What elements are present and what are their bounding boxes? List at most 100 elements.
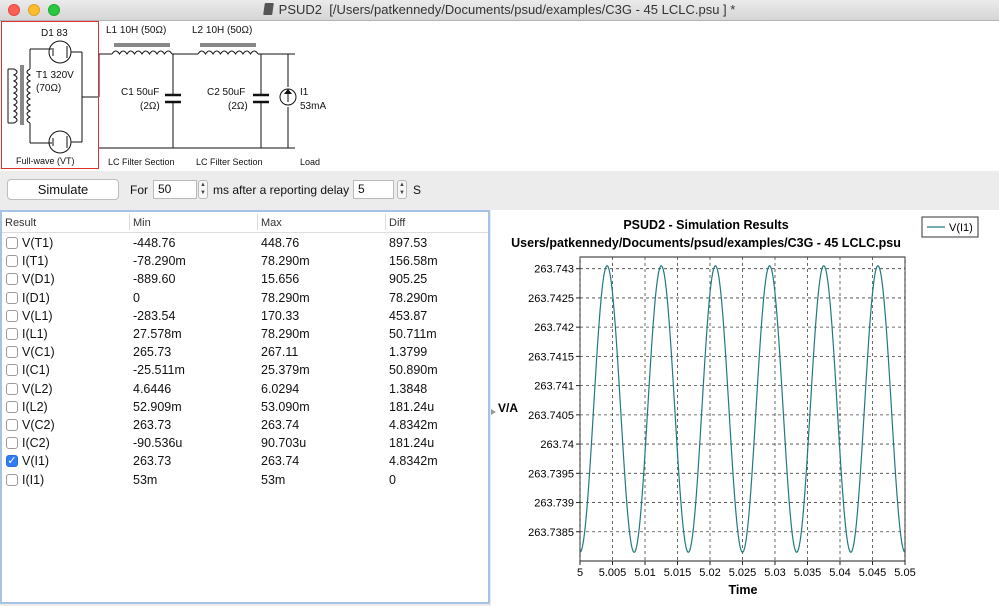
header-max[interactable]: Max <box>261 217 282 229</box>
x-tick-label: 5.05 <box>894 567 915 579</box>
result-min: 4.6446 <box>133 381 172 396</box>
duration-field[interactable]: 50 <box>153 180 197 199</box>
load-caption: Load <box>300 157 321 167</box>
y-tick-label: 263.7395 <box>528 468 574 480</box>
result-checkbox[interactable] <box>6 237 18 249</box>
table-row[interactable]: V(L1) -283.54 170.33 453.87 <box>2 307 488 325</box>
result-max: 15.656 <box>261 272 300 287</box>
delay-field[interactable]: 5 <box>353 180 394 199</box>
result-name: I(I1) <box>22 472 45 487</box>
y-tick-label: 263.74 <box>540 439 574 451</box>
result-name: V(L2) <box>22 381 53 396</box>
result-checkbox[interactable] <box>6 419 18 431</box>
l2-label: L2 10H (50Ω) <box>192 25 253 36</box>
result-checkbox[interactable] <box>6 437 18 450</box>
x-tick-label: 5 <box>577 567 583 579</box>
table-row[interactable]: I(L2) 52.909m 53.090m 181.24u <box>2 398 488 416</box>
c2-esr: (2Ω) <box>228 101 248 112</box>
plot-area: 5 5.005 5.01 5.015 5.02 5.025 5.03 5.035 5.04 5.0… <box>491 256 916 579</box>
chart-title: PSUD2 - Simulation Results <box>623 218 788 232</box>
x-tick-label: 5.01 <box>634 567 655 579</box>
result-max: 263.74 <box>261 418 300 432</box>
result-checkbox[interactable] <box>6 255 18 268</box>
schematic-canvas[interactable]: D1 83 T1 320V (70Ω) Full-wave (VT) L1 10… <box>0 21 999 171</box>
result-min: -448.76 <box>133 236 176 250</box>
result-diff: 905.25 <box>389 272 428 287</box>
table-row[interactable]: I(C2) -90.536u 90.703u 181.24u <box>2 434 488 452</box>
result-min: 263.73 <box>133 418 172 432</box>
x-tick-label: 5.025 <box>729 567 757 579</box>
table-row[interactable]: V(T1) -448.76 448.76 897.53 <box>2 234 488 252</box>
result-min: -889.60 <box>133 272 176 287</box>
c2-label: C2 50uF <box>207 87 246 98</box>
result-min: 265.73 <box>133 345 172 360</box>
result-diff: 0 <box>389 472 396 487</box>
section2-caption: LC Filter Section <box>196 157 263 167</box>
result-diff: 453.87 <box>389 308 428 323</box>
result-diff: 50.890m <box>389 363 438 378</box>
s-label: S <box>413 183 422 197</box>
result-min: -283.54 <box>133 308 176 323</box>
table-row[interactable]: I(I1) 53m 53m 0 <box>2 471 488 489</box>
table-row[interactable]: V(L2) 4.6446 6.0294 1.3848 <box>2 380 488 398</box>
x-tick-label: 5.035 <box>794 567 822 579</box>
result-name: I(C2) <box>22 436 50 451</box>
result-checkbox[interactable] <box>6 291 18 304</box>
table-row[interactable]: I(L1) 27.578m 78.290m 50.711m <box>2 325 488 343</box>
result-name: V(C2) <box>22 418 55 432</box>
header-result[interactable]: Result <box>5 217 36 229</box>
l1-label: L1 10H (50Ω) <box>106 25 167 36</box>
result-checkbox[interactable] <box>6 400 18 413</box>
results-table[interactable]: Result Min Max Diff V(T1) -448.76 448.76 89… <box>0 210 490 604</box>
x-axis-label: Time <box>729 583 758 597</box>
table-row[interactable]: I(C1) -25.511m 25.379m 50.890m <box>2 361 488 379</box>
y-tick-label: 263.739 <box>534 498 574 510</box>
result-max: 263.74 <box>261 454 300 469</box>
load-value: 53mA <box>300 101 327 112</box>
result-diff: 181.24u <box>389 436 435 451</box>
result-min: -90.536u <box>133 436 183 451</box>
result-checkbox[interactable] <box>6 273 18 286</box>
result-max: 448.76 <box>261 236 300 250</box>
x-tick-label: 5.005 <box>599 567 627 579</box>
table-row[interactable]: V(C2) 263.73 263.74 4.8342m <box>2 416 488 434</box>
chart-subtitle: Users/patkennedy/Documents/psud/examples… <box>511 236 901 250</box>
x-tick-label: 5.02 <box>699 567 720 579</box>
header-diff[interactable]: Diff <box>389 217 405 229</box>
x-tick-label: 5.04 <box>829 567 850 579</box>
legend-label: V(I1) <box>949 222 973 234</box>
app-name: PSUD2 <box>278 2 323 17</box>
duration-stepper[interactable]: ▲ ▼ <box>198 180 208 199</box>
y-tick-label: 263.7425 <box>528 293 574 305</box>
result-checkbox[interactable] <box>6 473 18 486</box>
result-checkbox[interactable] <box>6 328 18 340</box>
table-header: Result Min Max Diff <box>2 212 488 233</box>
chart-legend[interactable]: V(I1) <box>921 216 979 238</box>
delay-stepper[interactable]: ▲ ▼ <box>397 180 407 199</box>
table-row[interactable]: ✓ V(I1) 263.73 263.74 4.8342m <box>2 452 488 470</box>
c1-esr: (2Ω) <box>140 101 160 112</box>
chart-svg: 5 5.005 5.01 5.015 5.02 5.025 5.03 5.035 5.04 5.0… <box>491 216 979 597</box>
results-chart[interactable]: 5 5.005 5.01 5.015 5.02 5.025 5.03 5.035 5.04 5.0… <box>491 210 999 606</box>
result-name: V(I1) <box>22 454 50 469</box>
simulation-controls: Simulate For 50 ▲ ▼ ms after a reporting … <box>0 171 999 209</box>
table-row[interactable]: V(C1) 265.73 267.11 1.3799 <box>2 343 488 361</box>
result-min: 0 <box>133 290 140 305</box>
result-checkbox[interactable]: ✓ <box>6 455 18 468</box>
simulate-button[interactable]: Simulate <box>7 179 119 200</box>
result-name: I(D1) <box>22 290 50 305</box>
result-diff: 50.711m <box>389 327 437 341</box>
y-tick-label: 263.741 <box>534 381 574 393</box>
result-max: 25.379m <box>261 363 310 378</box>
table-row[interactable]: I(D1) 0 78.290m 78.290m <box>2 289 488 307</box>
table-row[interactable]: V(D1) -889.60 15.656 905.25 <box>2 270 488 288</box>
table-row[interactable]: I(T1) -78.290m 78.290m 156.58m <box>2 252 488 270</box>
rectifier-caption: Full-wave (VT) <box>16 156 75 166</box>
result-checkbox[interactable] <box>6 309 18 322</box>
result-checkbox[interactable] <box>6 346 18 359</box>
result-checkbox[interactable] <box>6 364 18 377</box>
result-checkbox[interactable] <box>6 382 18 395</box>
header-min[interactable]: Min <box>133 217 151 229</box>
ms-label: ms after a reporting delay <box>213 183 350 197</box>
result-name: I(L1) <box>22 327 48 341</box>
